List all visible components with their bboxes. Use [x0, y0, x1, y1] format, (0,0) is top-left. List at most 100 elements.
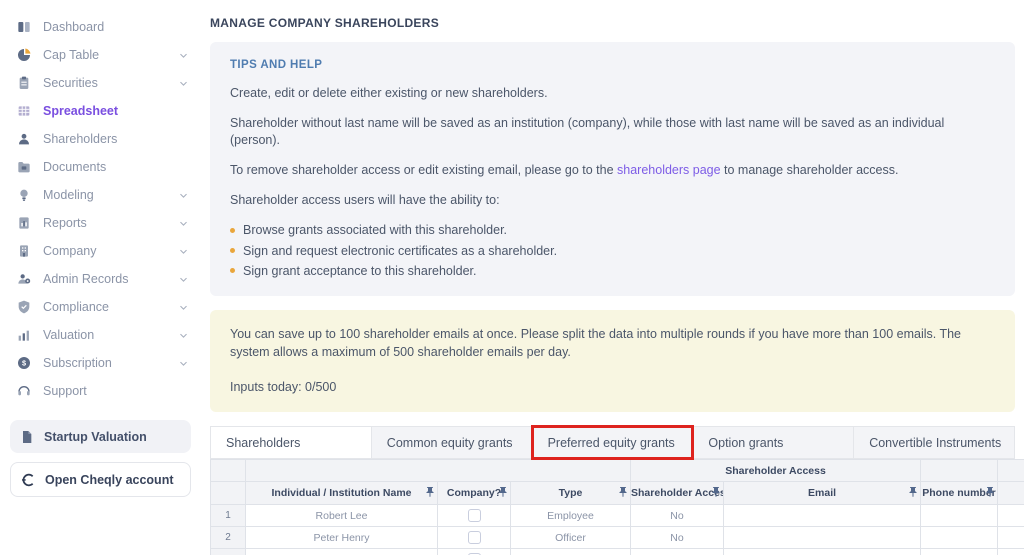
company-checkbox[interactable] [468, 531, 481, 544]
chevron-down-icon [178, 246, 189, 257]
type-cell[interactable]: Investor [511, 549, 631, 555]
tab-preferred-equity-grants[interactable]: Preferred equity grants [532, 426, 694, 459]
cheqly-logo-icon [20, 472, 36, 488]
tips-bullet-text: Sign and request electronic certificates… [243, 243, 557, 259]
pin-icon[interactable] [424, 486, 436, 498]
chevron-down-icon [178, 50, 189, 61]
tab-label: Preferred equity grants [548, 436, 675, 450]
sidebar-item-company[interactable]: Company [10, 237, 205, 265]
sidebar-item-open-cheqly[interactable]: Open Cheqly account [10, 462, 191, 497]
company-icon [16, 243, 32, 259]
sidebar-item-label: Cap Table [43, 48, 99, 62]
tab-shareholders[interactable]: Shareholders [210, 426, 372, 459]
reports-icon [16, 215, 32, 231]
svg-text:$: $ [22, 359, 26, 368]
sidebar-item-label: Support [43, 384, 87, 398]
sidebar-item-reports[interactable]: Reports [10, 209, 205, 237]
email-cell[interactable] [724, 527, 921, 549]
tips-line-4: Shareholder access users will have the a… [230, 192, 995, 208]
chevron-down-icon [178, 190, 189, 201]
bullet-dot-icon [230, 248, 235, 253]
group-header-spacer [998, 460, 1024, 482]
shareholder-access-cell[interactable]: No [631, 549, 724, 555]
phone-cell[interactable] [921, 505, 998, 527]
col-header-email[interactable]: Email [724, 482, 921, 505]
col-header-type[interactable]: Type [511, 482, 631, 505]
tips-bullet-text: Sign grant acceptance to this shareholde… [243, 263, 476, 279]
sidebar-item-modeling[interactable]: Modeling [10, 181, 205, 209]
name-cell[interactable]: Robert Lee [246, 505, 438, 527]
type-cell[interactable]: Officer [511, 527, 631, 549]
tab-convertible-instruments[interactable]: Convertible Instruments [853, 426, 1015, 459]
col-header-extra [998, 482, 1024, 505]
name-cell[interactable]: Steve Mark [246, 549, 438, 555]
sidebar-item-cap-table[interactable]: Cap Table [10, 41, 205, 69]
type-cell[interactable]: Employee [511, 505, 631, 527]
chevron-down-icon [178, 78, 189, 89]
row-number-cell: 3 [211, 549, 246, 555]
modeling-icon [16, 187, 32, 203]
sidebar-item-spreadsheet[interactable]: Spreadsheet [10, 97, 205, 125]
phone-cell[interactable] [921, 527, 998, 549]
col-header-shareholder-access[interactable]: Shareholder Access [631, 482, 724, 505]
notice-panel: You can save up to 100 shareholder email… [210, 310, 1015, 412]
sidebar-item-subscription[interactable]: $Subscription [10, 349, 205, 377]
tips-bullet: Sign grant acceptance to this shareholde… [230, 263, 995, 279]
sidebar-item-label: Startup Valuation [44, 430, 147, 444]
sidebar-item-label: Spreadsheet [43, 104, 118, 118]
tips-bullet: Browse grants associated with this share… [230, 222, 995, 238]
tab-label: Common equity grants [387, 436, 513, 450]
sidebar-item-support[interactable]: Support [10, 377, 205, 405]
sidebar-item-shareholders[interactable]: Shareholders [10, 125, 205, 153]
tab-label: Shareholders [226, 436, 300, 450]
phone-cell[interactable] [921, 549, 998, 555]
tab-option-grants[interactable]: Option grants [692, 426, 854, 459]
name-cell[interactable]: Peter Henry [246, 527, 438, 549]
shareholders-page-link[interactable]: shareholders page [617, 163, 721, 177]
chevron-down-icon [178, 330, 189, 341]
sidebar-item-admin-records[interactable]: Admin Records [10, 265, 205, 293]
company-checkbox[interactable] [468, 509, 481, 522]
tab-label: Convertible Instruments [869, 436, 1001, 450]
compliance-icon [16, 299, 32, 315]
sidebar-item-securities[interactable]: Securities [10, 69, 205, 97]
bullet-dot-icon [230, 228, 235, 233]
sidebar-item-label: Reports [43, 216, 87, 230]
valuation-icon [16, 327, 32, 343]
shareholder-access-cell[interactable]: No [631, 527, 724, 549]
email-cell[interactable] [724, 505, 921, 527]
shareholders-table: Shareholder Access Individual / Instituti… [210, 459, 1024, 555]
sidebar-item-label: Modeling [43, 188, 94, 202]
pin-icon[interactable] [617, 486, 629, 498]
sidebar: Dashboard Cap Table Securities Spreadsheet S… [0, 0, 205, 555]
pin-icon[interactable] [710, 486, 722, 498]
pin-icon[interactable] [907, 486, 919, 498]
shareholder-access-cell[interactable]: No [631, 505, 724, 527]
spreadsheet-icon [16, 103, 32, 119]
dashboard-icon [16, 19, 32, 35]
pin-icon[interactable] [497, 486, 509, 498]
row-number-cell: 1 [211, 505, 246, 527]
col-header-phone-number[interactable]: Phone number [921, 482, 998, 505]
email-cell[interactable] [724, 549, 921, 555]
tips-line-3-pre: To remove shareholder access or edit exi… [230, 163, 617, 177]
extra-cell [998, 549, 1024, 555]
startup-valuation-document-icon [19, 429, 35, 445]
col-header-label: Company? [447, 487, 501, 499]
shareholders-icon [16, 131, 32, 147]
sidebar-item-dashboard[interactable]: Dashboard [10, 13, 205, 41]
tab-common-equity-grants[interactable]: Common equity grants [371, 426, 533, 459]
sidebar-item-label: Valuation [43, 328, 94, 342]
col-header-company[interactable]: Company? [438, 482, 511, 505]
sidebar-item-label: Documents [43, 160, 106, 174]
sidebar-item-documents[interactable]: Documents [10, 153, 205, 181]
sidebar-item-compliance[interactable]: Compliance [10, 293, 205, 321]
sidebar-item-valuation[interactable]: Valuation [10, 321, 205, 349]
tips-bullet: Sign and request electronic certificates… [230, 243, 995, 259]
chevron-down-icon [178, 358, 189, 369]
row-number-cell: 2 [211, 527, 246, 549]
sidebar-item-startup-valuation[interactable]: Startup Valuation [10, 420, 191, 453]
pin-icon[interactable] [984, 486, 996, 498]
col-header-name[interactable]: Individual / Institution Name [246, 482, 438, 505]
sidebar-item-label: Compliance [43, 300, 109, 314]
